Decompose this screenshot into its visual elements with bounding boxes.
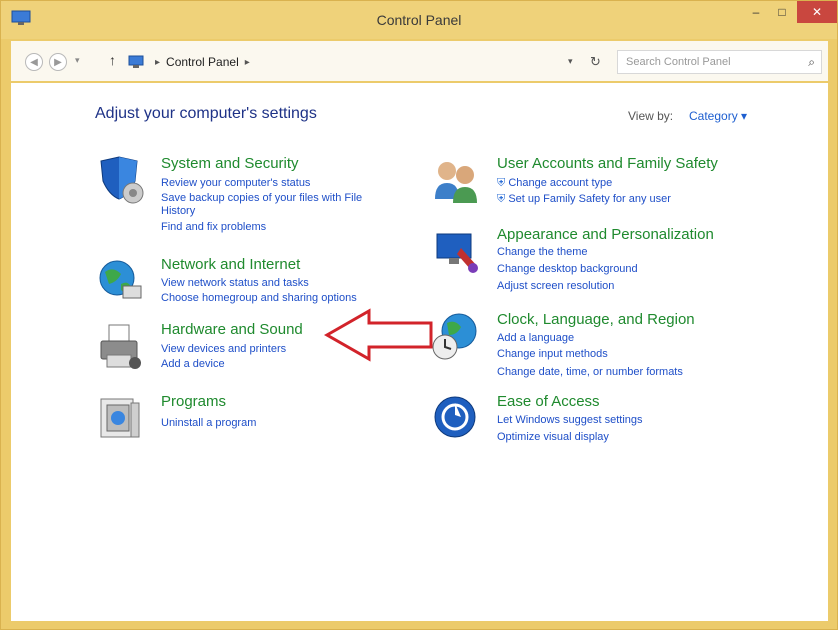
category-title[interactable]: Hardware and Sound — [161, 321, 303, 338]
up-arrow-icon[interactable]: ↑ — [109, 52, 116, 68]
view-by-label: View by: — [628, 109, 674, 123]
search-input[interactable]: Search Control Panel ⌕ — [617, 50, 822, 74]
link-add-device[interactable]: Add a device — [161, 358, 225, 371]
window-title: Control Panel — [376, 12, 462, 28]
chevron-right-icon[interactable]: ▸ — [155, 57, 160, 68]
link-save-backup[interactable]: Save backup copies of your files with Fi… — [161, 192, 362, 205]
users-icon[interactable] — [431, 155, 483, 207]
uac-shield-icon: ⛨ — [497, 177, 506, 189]
navigation-bar: ◀ ▶ ▾ ↑ ▸ Control Panel ▸ ▾ ↻ Search Con… — [11, 41, 828, 81]
link-devices-printers[interactable]: View devices and printers — [161, 343, 286, 356]
recent-pages-dropdown[interactable]: ▾ — [75, 55, 80, 66]
link-review-status[interactable]: Review your computer's status — [161, 177, 310, 190]
maximize-button[interactable]: □ — [769, 1, 795, 23]
page-heading: Adjust your computer's settings — [95, 105, 317, 122]
link-date-time-formats[interactable]: Change date, time, or number formats — [497, 366, 683, 379]
category-title[interactable]: User Accounts and Family Safety — [497, 155, 718, 172]
link-screen-resolution[interactable]: Adjust screen resolution — [497, 280, 614, 293]
address-bar[interactable]: ▸ Control Panel ▸ ▾ ↻ — [128, 50, 601, 74]
search-placeholder: Search Control Panel — [626, 56, 731, 68]
minimize-button[interactable]: – — [743, 1, 769, 23]
forward-arrow-icon[interactable]: ▶ — [49, 53, 67, 71]
chevron-down-icon[interactable]: ▾ — [568, 56, 573, 67]
search-icon[interactable]: ⌕ — [808, 55, 815, 70]
shield-icon[interactable] — [95, 155, 147, 207]
link-history[interactable]: History — [161, 205, 195, 218]
back-arrow-icon[interactable]: ◀ — [25, 53, 43, 71]
link-add-language[interactable]: Add a language — [497, 332, 574, 345]
control-panel-icon — [128, 55, 144, 68]
view-by-dropdown[interactable]: Category ▾ — [689, 109, 747, 123]
link-optimize-display[interactable]: Optimize visual display — [497, 431, 609, 444]
link-find-fix[interactable]: Find and fix problems — [161, 221, 266, 234]
category-title[interactable]: Appearance and Personalization — [497, 226, 714, 243]
display-paint-icon[interactable] — [431, 226, 483, 278]
printer-icon[interactable] — [95, 321, 147, 373]
category-title[interactable]: System and Security — [161, 155, 299, 172]
red-arrow-annotation — [323, 308, 433, 362]
link-input-methods[interactable]: Change input methods — [497, 348, 608, 361]
link-family-safety[interactable]: ⛨ Set up Family Safety for any user — [497, 193, 671, 206]
category-title[interactable]: Network and Internet — [161, 256, 300, 273]
uac-shield-icon: ⛨ — [497, 193, 506, 205]
link-windows-suggest[interactable]: Let Windows suggest settings — [497, 414, 643, 427]
link-network-status[interactable]: View network status and tasks — [161, 277, 309, 290]
category-title[interactable]: Clock, Language, and Region — [497, 311, 695, 328]
close-button[interactable]: ✕ — [797, 1, 837, 23]
link-uninstall-program[interactable]: Uninstall a program — [161, 417, 256, 430]
chevron-right-icon[interactable]: ▸ — [245, 57, 250, 68]
clock-globe-icon[interactable] — [431, 311, 483, 363]
ease-of-access-icon[interactable] — [431, 393, 483, 445]
link-desktop-background[interactable]: Change desktop background — [497, 263, 638, 276]
refresh-icon[interactable]: ↻ — [590, 54, 601, 70]
globe-network-icon[interactable] — [95, 256, 147, 308]
category-title[interactable]: Ease of Access — [497, 393, 600, 410]
control-panel-window: Control Panel – □ ✕ ◀ ▶ ▾ ↑ ▸ Control Pa… — [0, 0, 838, 630]
link-change-theme[interactable]: Change the theme — [497, 246, 588, 259]
link-text[interactable]: Change account type — [508, 177, 612, 189]
link-text[interactable]: Set up Family Safety for any user — [508, 193, 671, 205]
breadcrumb-control-panel[interactable]: Control Panel — [166, 55, 239, 69]
title-bar[interactable]: Control Panel – □ ✕ — [1, 1, 837, 39]
programs-icon[interactable] — [95, 393, 147, 445]
main-content: Adjust your computer's settings View by:… — [11, 83, 828, 621]
link-homegroup[interactable]: Choose homegroup and sharing options — [161, 292, 357, 305]
link-change-account-type[interactable]: ⛨ Change account type — [497, 177, 612, 190]
category-title[interactable]: Programs — [161, 393, 226, 410]
